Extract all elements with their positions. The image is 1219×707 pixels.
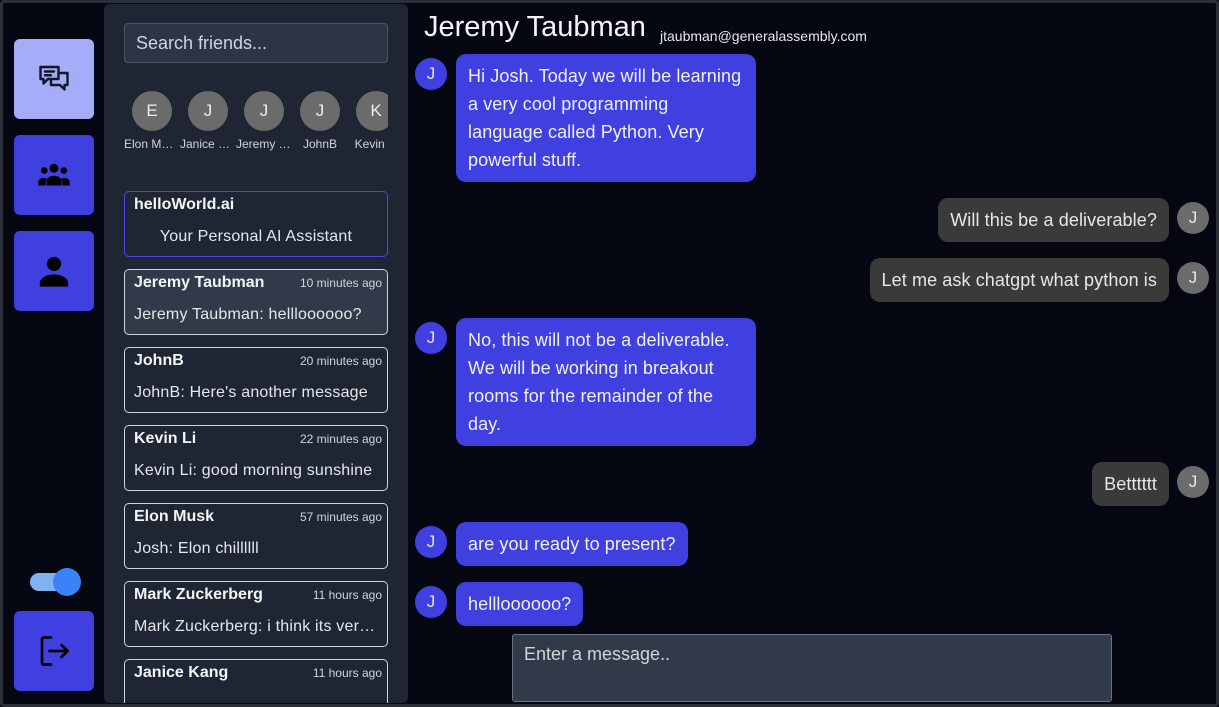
conversation-item[interactable]: Janice Kang 11 hours ago	[124, 659, 388, 703]
message-bubble: Let me ask chatgpt what python is	[869, 258, 1169, 302]
avatar: J	[1177, 202, 1209, 234]
avatar: J	[415, 58, 447, 90]
conversation-time: 11 hours ago	[312, 588, 382, 602]
logout-icon	[40, 636, 69, 666]
message-bubble: are you ready to present?	[456, 522, 688, 566]
conversation-time: 57 minutes ago	[299, 510, 382, 524]
conversation-name: JohnB	[134, 352, 184, 369]
user-icon	[39, 256, 69, 287]
conversation-preview: Kevin Li: good morning sunshine	[134, 462, 373, 479]
toggle-knob	[53, 568, 81, 596]
conversation-name: Janice Kang	[134, 664, 229, 681]
friend-name: JohnB	[302, 137, 338, 151]
message-bubble: Will this be a deliverable?	[938, 198, 1169, 242]
conversation-item[interactable]: Jeremy Taubman 10 minutes ago Jeremy Tau…	[124, 269, 388, 335]
conversation-item[interactable]: JohnB 20 minutes ago JohnB: Here's anoth…	[124, 347, 388, 413]
friend-name: Jeremy Taubman	[236, 137, 292, 151]
message-line: No, this will not be a deliverable.	[468, 330, 730, 350]
conversation-preview: Mark Zuckerberg: i think its very cool	[134, 618, 379, 635]
conversation-time: 11 hours ago	[312, 666, 382, 680]
avatar: E	[132, 91, 172, 131]
friend-name: Kevin Li	[354, 137, 388, 151]
chat-title: Jeremy Taubman	[424, 11, 646, 43]
message-line: Hi Josh. Today we will be learning	[468, 66, 742, 86]
avatar: J	[415, 526, 447, 558]
friends-strip: E Elon Musk J Janice Kang J Jeremy Taubm…	[124, 91, 388, 151]
message-line: language called Python. Very	[468, 122, 704, 142]
message-line: hellloooooo?	[468, 594, 572, 614]
friend-chip[interactable]: J Janice Kang	[180, 91, 236, 151]
conversation-name: Jeremy Taubman	[134, 274, 265, 291]
ai-assistant-subtitle: Your Personal AI Assistant	[159, 228, 353, 245]
conversation-preview: JohnB: Here's another message	[134, 384, 368, 401]
users-group-icon	[38, 163, 70, 186]
conversation-time: 20 minutes ago	[299, 354, 382, 368]
avatar: J	[1177, 466, 1209, 498]
message-line: We will be working in breakout	[468, 358, 714, 378]
friend-chip[interactable]: J Jeremy Taubman	[236, 91, 292, 151]
nav-chats-button[interactable]	[14, 39, 94, 119]
conversation-time: 10 minutes ago	[299, 276, 382, 290]
avatar: J	[1177, 262, 1209, 294]
message-input[interactable]	[512, 634, 1112, 702]
search-friends-input[interactable]	[124, 23, 388, 63]
friend-chip[interactable]: J JohnB	[292, 91, 348, 151]
conversation-item[interactable]: Elon Musk 57 minutes ago Josh: Elon chil…	[124, 503, 388, 569]
conversation-item[interactable]: Mark Zuckerberg 11 hours ago Mark Zucker…	[124, 581, 388, 647]
message-bubble: hellloooooo?	[456, 582, 584, 626]
message-bubble: No, this will not be a deliverable. We w…	[456, 318, 756, 446]
message-line: Betttttt	[1104, 474, 1157, 494]
message-line: a very cool programming	[468, 94, 669, 114]
avatar: J	[415, 322, 447, 354]
friend-name: Janice Kang	[180, 137, 236, 151]
message-line: Will this be a deliverable?	[950, 210, 1157, 230]
avatar: J	[188, 91, 228, 131]
conversations-sidebar: E Elon Musk J Janice Kang J Jeremy Taubm…	[104, 4, 408, 703]
conversation-preview: Josh: Elon chillllll	[134, 540, 259, 557]
message-line: powerful stuff.	[468, 150, 582, 170]
chat-bubbles-icon	[39, 65, 69, 91]
message-line: Let me ask chatgpt what python is	[881, 270, 1157, 290]
nav-profile-button[interactable]	[14, 231, 94, 311]
message-line: rooms for the remainder of the	[468, 386, 714, 406]
avatar: J	[244, 91, 284, 131]
theme-toggle[interactable]	[30, 568, 82, 596]
conversation-time: 22 minutes ago	[299, 432, 382, 446]
conversation-name: Mark Zuckerberg	[134, 586, 263, 603]
friend-chip[interactable]: K Kevin Li	[348, 91, 388, 151]
avatar: K	[356, 91, 388, 131]
chat-panel: Jeremy Taubman jtaubman@generalassembly.…	[410, 0, 1216, 707]
message-line: are you ready to present?	[468, 534, 676, 554]
message-bubble: Hi Josh. Today we will be learning a ver…	[456, 54, 756, 182]
message-line: day.	[468, 414, 502, 434]
chat-email: jtaubman@generalassembly.com	[660, 28, 867, 44]
nav-friends-button[interactable]	[14, 135, 94, 215]
ai-assistant-card[interactable]: helloWorld.ai Your Personal AI Assistant	[124, 191, 388, 257]
friend-name: Elon Musk	[124, 137, 180, 151]
ai-assistant-title: helloWorld.ai	[134, 196, 235, 213]
conversation-name: Kevin Li	[134, 430, 197, 447]
conversation-item[interactable]: Kevin Li 22 minutes ago Kevin Li: good m…	[124, 425, 388, 491]
conversation-preview: Jeremy Taubman: hellloooooo?	[134, 306, 362, 323]
message-bubble: Betttttt	[1092, 462, 1169, 506]
friend-chip[interactable]: E Elon Musk	[124, 91, 180, 151]
logout-button[interactable]	[14, 611, 94, 691]
avatar: J	[415, 586, 447, 618]
nav-rail	[0, 0, 104, 707]
avatar: J	[300, 91, 340, 131]
conversation-name: Elon Musk	[134, 508, 215, 525]
